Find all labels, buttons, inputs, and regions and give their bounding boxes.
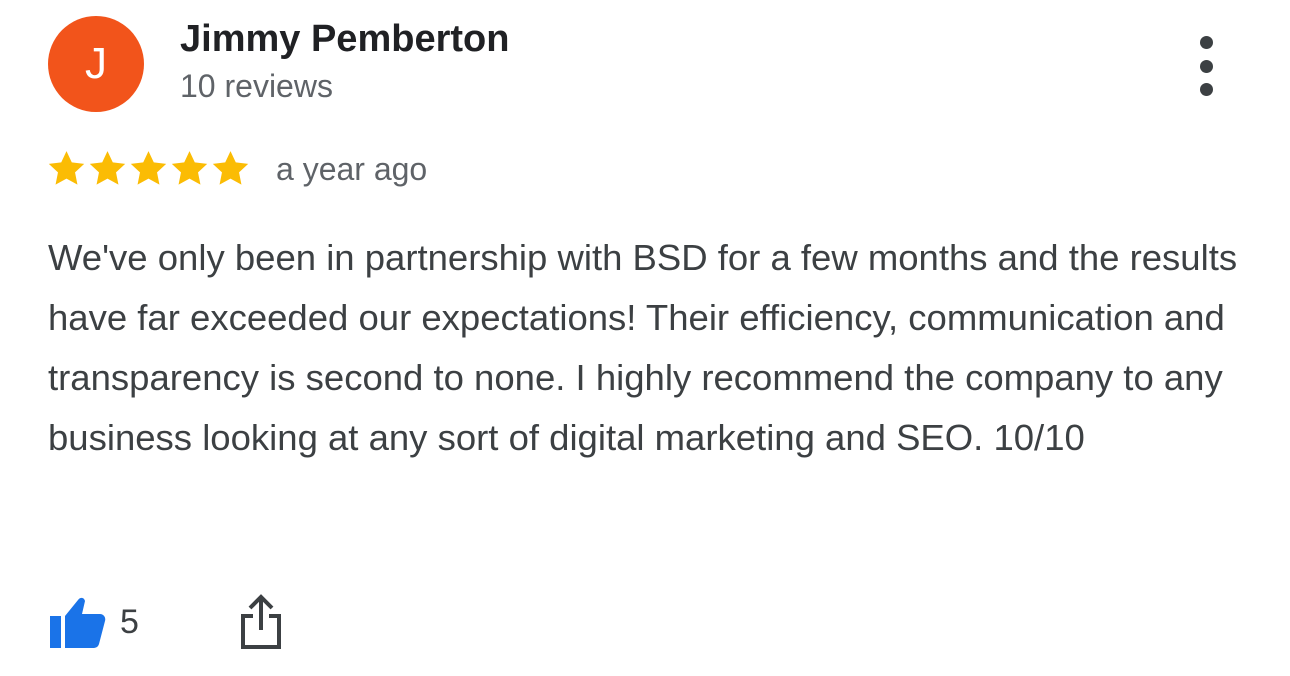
review-text: We've only been in partnership with BSD … [48, 237, 1238, 458]
more-vertical-icon-dot [1199, 59, 1213, 73]
more-options-button[interactable] [1186, 36, 1226, 96]
avatar[interactable]: J [48, 16, 144, 112]
star-icon [171, 151, 208, 185]
avatar-letter: J [85, 39, 107, 88]
review-card: J Jimmy Pemberton 10 reviews a year ago … [0, 0, 1290, 676]
share-button[interactable] [239, 594, 283, 650]
star-icon [212, 151, 249, 185]
more-vertical-icon [1199, 36, 1213, 49]
like-count: 5 [120, 602, 139, 641]
reviewer-review-count: 10 reviews [180, 68, 333, 104]
review-actions: 5 [48, 590, 283, 654]
star-rating [46, 148, 251, 189]
more-vertical-icon-dot [1199, 83, 1213, 96]
thumbs-up-icon [50, 597, 106, 648]
share-icon [240, 594, 281, 649]
reviewer-name[interactable]: Jimmy Pemberton [180, 18, 509, 61]
like-button[interactable]: 5 [48, 594, 139, 650]
star-icon [89, 151, 126, 185]
star-icon [130, 151, 167, 185]
review-time: a year ago [276, 151, 428, 187]
star-icon [48, 151, 85, 185]
